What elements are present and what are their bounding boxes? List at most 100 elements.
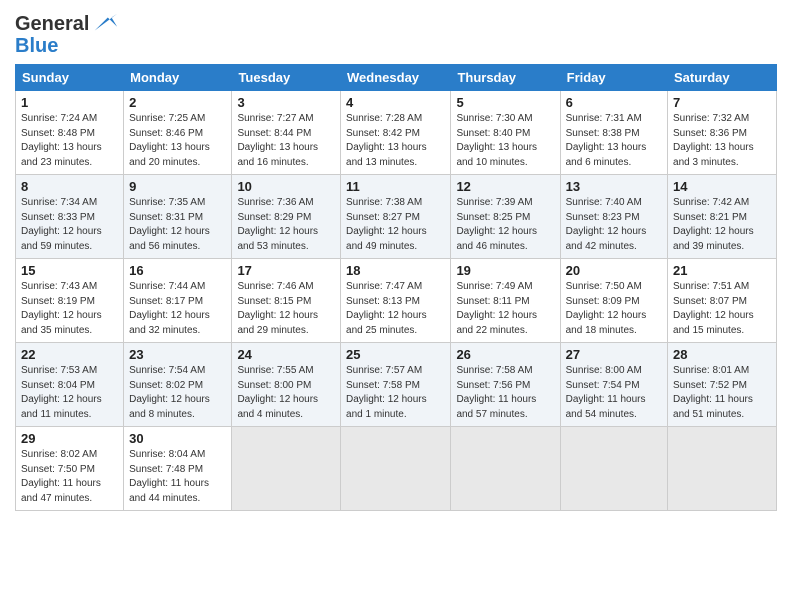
calendar-cell: 22 Sunrise: 7:53 AM Sunset: 8:04 PM Dayl… <box>16 343 124 427</box>
day-info: Sunrise: 7:38 AM Sunset: 8:27 PM Dayligh… <box>346 196 445 254</box>
day-number: 4 <box>346 95 445 110</box>
day-info: Sunrise: 7:27 AM Sunset: 8:44 PM Dayligh… <box>237 112 335 170</box>
calendar-cell: 5 Sunrise: 7:30 AM Sunset: 8:40 PM Dayli… <box>451 91 560 175</box>
day-number: 18 <box>346 263 445 278</box>
day-number: 23 <box>129 347 226 362</box>
day-info: Sunrise: 7:44 AM Sunset: 8:17 PM Dayligh… <box>129 280 226 338</box>
calendar-cell <box>341 427 451 511</box>
calendar-cell: 8 Sunrise: 7:34 AM Sunset: 8:33 PM Dayli… <box>16 175 124 259</box>
calendar-cell: 18 Sunrise: 7:47 AM Sunset: 8:13 PM Dayl… <box>341 259 451 343</box>
weekday-header-thursday: Thursday <box>451 65 560 91</box>
day-number: 16 <box>129 263 226 278</box>
calendar-cell: 20 Sunrise: 7:50 AM Sunset: 8:09 PM Dayl… <box>560 259 667 343</box>
calendar-cell: 23 Sunrise: 7:54 AM Sunset: 8:02 PM Dayl… <box>124 343 232 427</box>
calendar-cell: 2 Sunrise: 7:25 AM Sunset: 8:46 PM Dayli… <box>124 91 232 175</box>
day-number: 11 <box>346 179 445 194</box>
day-info: Sunrise: 7:50 AM Sunset: 8:09 PM Dayligh… <box>566 280 662 338</box>
calendar-cell: 15 Sunrise: 7:43 AM Sunset: 8:19 PM Dayl… <box>16 259 124 343</box>
calendar-cell: 27 Sunrise: 8:00 AM Sunset: 7:54 PM Dayl… <box>560 343 667 427</box>
day-info: Sunrise: 7:31 AM Sunset: 8:38 PM Dayligh… <box>566 112 662 170</box>
day-number: 24 <box>237 347 335 362</box>
calendar-cell <box>232 427 341 511</box>
calendar-cell: 11 Sunrise: 7:38 AM Sunset: 8:27 PM Dayl… <box>341 175 451 259</box>
day-info: Sunrise: 7:58 AM Sunset: 7:56 PM Dayligh… <box>456 364 554 422</box>
day-number: 15 <box>21 263 118 278</box>
calendar-cell: 6 Sunrise: 7:31 AM Sunset: 8:38 PM Dayli… <box>560 91 667 175</box>
day-number: 20 <box>566 263 662 278</box>
day-number: 2 <box>129 95 226 110</box>
day-number: 8 <box>21 179 118 194</box>
day-number: 1 <box>21 95 118 110</box>
day-number: 5 <box>456 95 554 110</box>
logo-icon <box>91 10 119 38</box>
day-info: Sunrise: 7:53 AM Sunset: 8:04 PM Dayligh… <box>21 364 118 422</box>
calendar-cell: 12 Sunrise: 7:39 AM Sunset: 8:25 PM Dayl… <box>451 175 560 259</box>
weekday-header-wednesday: Wednesday <box>341 65 451 91</box>
calendar-cell: 14 Sunrise: 7:42 AM Sunset: 8:21 PM Dayl… <box>668 175 777 259</box>
day-info: Sunrise: 7:43 AM Sunset: 8:19 PM Dayligh… <box>21 280 118 338</box>
day-number: 27 <box>566 347 662 362</box>
calendar-cell <box>560 427 667 511</box>
calendar-cell <box>668 427 777 511</box>
day-info: Sunrise: 7:55 AM Sunset: 8:00 PM Dayligh… <box>237 364 335 422</box>
calendar-cell: 29 Sunrise: 8:02 AM Sunset: 7:50 PM Dayl… <box>16 427 124 511</box>
day-info: Sunrise: 7:47 AM Sunset: 8:13 PM Dayligh… <box>346 280 445 338</box>
day-number: 29 <box>21 431 118 446</box>
day-number: 25 <box>346 347 445 362</box>
day-number: 19 <box>456 263 554 278</box>
calendar-cell: 10 Sunrise: 7:36 AM Sunset: 8:29 PM Dayl… <box>232 175 341 259</box>
logo-blue: Blue <box>15 36 119 56</box>
calendar-cell: 26 Sunrise: 7:58 AM Sunset: 7:56 PM Dayl… <box>451 343 560 427</box>
day-number: 13 <box>566 179 662 194</box>
calendar-cell: 21 Sunrise: 7:51 AM Sunset: 8:07 PM Dayl… <box>668 259 777 343</box>
weekday-header-sunday: Sunday <box>16 65 124 91</box>
day-info: Sunrise: 7:34 AM Sunset: 8:33 PM Dayligh… <box>21 196 118 254</box>
calendar-cell: 28 Sunrise: 8:01 AM Sunset: 7:52 PM Dayl… <box>668 343 777 427</box>
weekday-header-saturday: Saturday <box>668 65 777 91</box>
day-info: Sunrise: 8:04 AM Sunset: 7:48 PM Dayligh… <box>129 448 226 506</box>
calendar-cell <box>451 427 560 511</box>
day-info: Sunrise: 7:39 AM Sunset: 8:25 PM Dayligh… <box>456 196 554 254</box>
day-number: 17 <box>237 263 335 278</box>
day-number: 7 <box>673 95 771 110</box>
calendar-cell: 16 Sunrise: 7:44 AM Sunset: 8:17 PM Dayl… <box>124 259 232 343</box>
logo-general: General <box>15 13 89 35</box>
calendar-cell: 1 Sunrise: 7:24 AM Sunset: 8:48 PM Dayli… <box>16 91 124 175</box>
calendar-cell: 25 Sunrise: 7:57 AM Sunset: 7:58 PM Dayl… <box>341 343 451 427</box>
day-number: 10 <box>237 179 335 194</box>
day-info: Sunrise: 8:00 AM Sunset: 7:54 PM Dayligh… <box>566 364 662 422</box>
day-info: Sunrise: 7:24 AM Sunset: 8:48 PM Dayligh… <box>21 112 118 170</box>
calendar-cell: 4 Sunrise: 7:28 AM Sunset: 8:42 PM Dayli… <box>341 91 451 175</box>
calendar-cell: 7 Sunrise: 7:32 AM Sunset: 8:36 PM Dayli… <box>668 91 777 175</box>
day-number: 12 <box>456 179 554 194</box>
day-info: Sunrise: 7:25 AM Sunset: 8:46 PM Dayligh… <box>129 112 226 170</box>
day-info: Sunrise: 7:28 AM Sunset: 8:42 PM Dayligh… <box>346 112 445 170</box>
day-info: Sunrise: 7:36 AM Sunset: 8:29 PM Dayligh… <box>237 196 335 254</box>
calendar-cell: 19 Sunrise: 7:49 AM Sunset: 8:11 PM Dayl… <box>451 259 560 343</box>
day-info: Sunrise: 7:40 AM Sunset: 8:23 PM Dayligh… <box>566 196 662 254</box>
day-info: Sunrise: 7:42 AM Sunset: 8:21 PM Dayligh… <box>673 196 771 254</box>
day-number: 26 <box>456 347 554 362</box>
day-number: 9 <box>129 179 226 194</box>
day-number: 6 <box>566 95 662 110</box>
day-number: 28 <box>673 347 771 362</box>
weekday-header-tuesday: Tuesday <box>232 65 341 91</box>
day-info: Sunrise: 7:49 AM Sunset: 8:11 PM Dayligh… <box>456 280 554 338</box>
weekday-header-monday: Monday <box>124 65 232 91</box>
day-info: Sunrise: 7:57 AM Sunset: 7:58 PM Dayligh… <box>346 364 445 422</box>
day-info: Sunrise: 7:35 AM Sunset: 8:31 PM Dayligh… <box>129 196 226 254</box>
day-number: 21 <box>673 263 771 278</box>
calendar-cell: 13 Sunrise: 7:40 AM Sunset: 8:23 PM Dayl… <box>560 175 667 259</box>
day-info: Sunrise: 7:51 AM Sunset: 8:07 PM Dayligh… <box>673 280 771 338</box>
day-info: Sunrise: 8:01 AM Sunset: 7:52 PM Dayligh… <box>673 364 771 422</box>
day-info: Sunrise: 8:02 AM Sunset: 7:50 PM Dayligh… <box>21 448 118 506</box>
day-number: 14 <box>673 179 771 194</box>
day-info: Sunrise: 7:46 AM Sunset: 8:15 PM Dayligh… <box>237 280 335 338</box>
day-info: Sunrise: 7:32 AM Sunset: 8:36 PM Dayligh… <box>673 112 771 170</box>
calendar-cell: 3 Sunrise: 7:27 AM Sunset: 8:44 PM Dayli… <box>232 91 341 175</box>
calendar-cell: 30 Sunrise: 8:04 AM Sunset: 7:48 PM Dayl… <box>124 427 232 511</box>
calendar-table: SundayMondayTuesdayWednesdayThursdayFrid… <box>15 64 777 511</box>
page: General Blue SundayMondayTuesdayWednesda… <box>0 0 792 612</box>
calendar-cell: 17 Sunrise: 7:46 AM Sunset: 8:15 PM Dayl… <box>232 259 341 343</box>
calendar-cell: 9 Sunrise: 7:35 AM Sunset: 8:31 PM Dayli… <box>124 175 232 259</box>
